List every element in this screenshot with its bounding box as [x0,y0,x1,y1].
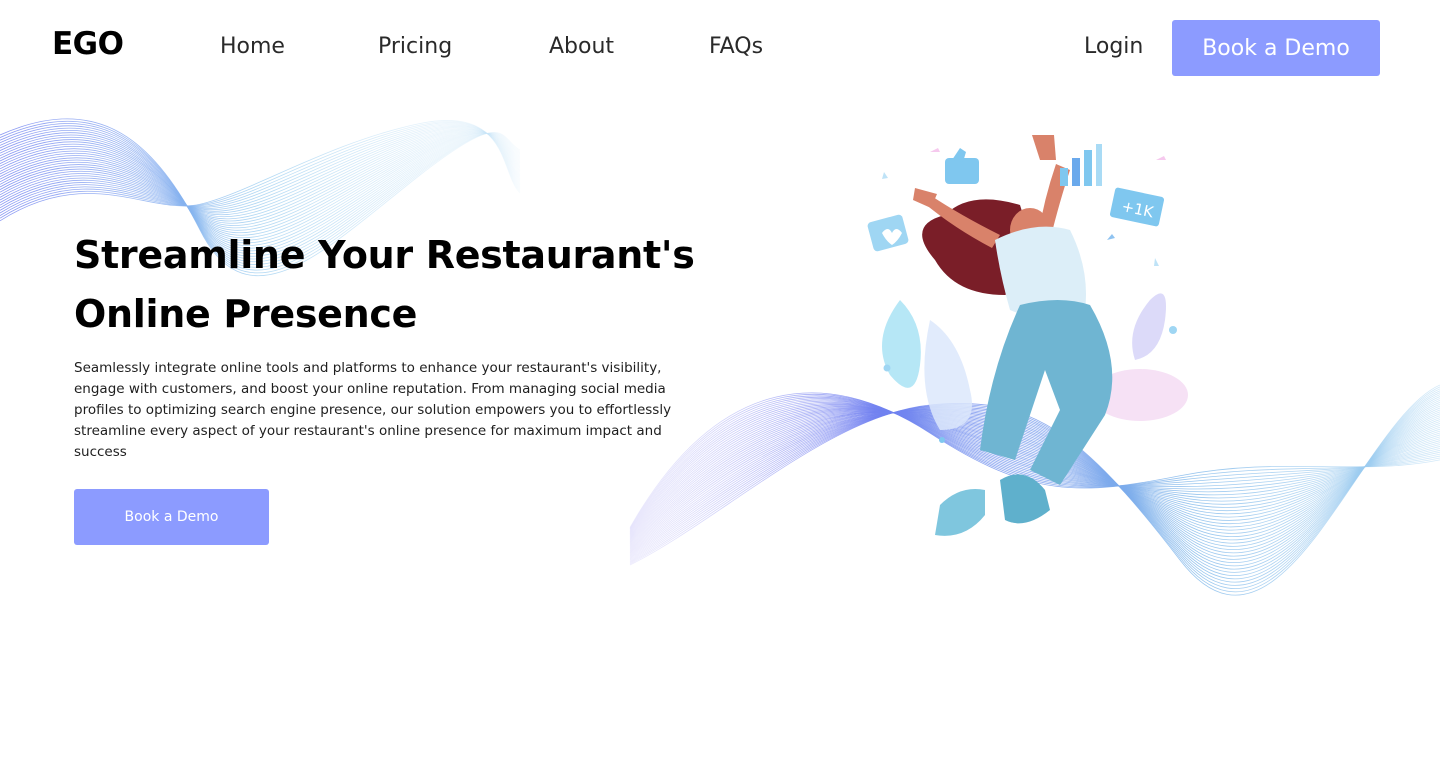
login-link[interactable]: Login [1084,34,1143,59]
nav-link-home[interactable]: Home [220,34,285,59]
notification-badge: +1K [1109,187,1165,227]
nav-link-pricing[interactable]: Pricing [378,34,452,59]
nav-link-about[interactable]: About [549,34,614,59]
book-demo-button-header[interactable]: Book a Demo [1172,20,1380,76]
heart-icon [867,214,909,252]
book-demo-button-hero[interactable]: Book a Demo [74,489,269,545]
hero-title: Streamline Your Restaurant's Online Pres… [74,233,695,336]
bar-chart-icon [1060,144,1102,186]
brand-logo[interactable]: EGO [52,26,124,62]
thumbs-up-icon [945,148,979,184]
nav-link-faqs[interactable]: FAQs [709,34,763,59]
hero-description: Seamlessly integrate online tools and pl… [74,360,672,460]
